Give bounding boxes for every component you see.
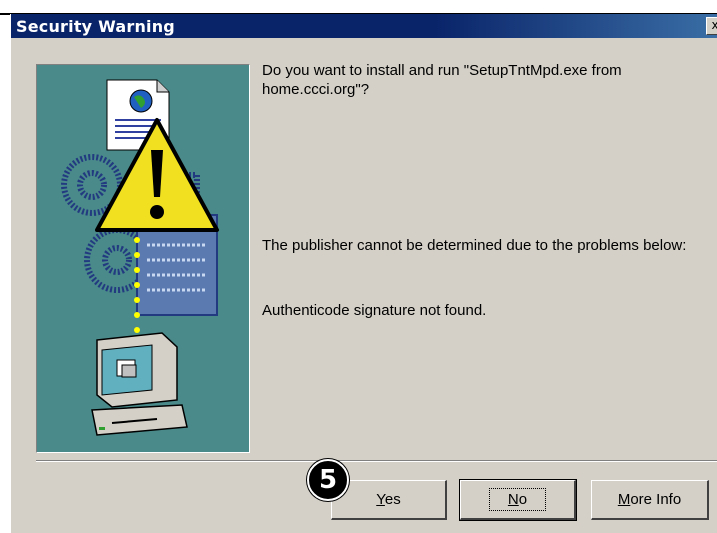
publisher-problem-text: The publisher cannot be determined due t…: [262, 237, 687, 254]
button-separator: [36, 460, 717, 462]
install-question: Do you want to install and run "SetupTnt…: [262, 62, 622, 98]
signature-detail-text: Authenticode signature not found.: [262, 302, 487, 319]
step-number-badge: 5: [307, 459, 349, 501]
screenshot-frame: Security Warning x Do you want to instal…: [0, 0, 717, 533]
title-bar[interactable]: Security Warning x: [11, 14, 717, 38]
no-button[interactable]: No: [459, 479, 577, 521]
security-warning-dialog: Security Warning x Do you want to instal…: [10, 14, 717, 533]
more-info-button-label: More Info: [617, 491, 682, 508]
computer-icon: [91, 332, 188, 436]
security-illustration: [36, 64, 250, 453]
yes-button[interactable]: Yes: [331, 480, 447, 520]
more-info-button[interactable]: More Info: [591, 480, 709, 520]
window-title: Security Warning: [16, 17, 175, 36]
illustration-svg: [61, 79, 219, 436]
yes-button-label: Yes: [376, 491, 401, 508]
no-button-label: No: [488, 488, 547, 511]
close-button[interactable]: x: [706, 17, 717, 35]
